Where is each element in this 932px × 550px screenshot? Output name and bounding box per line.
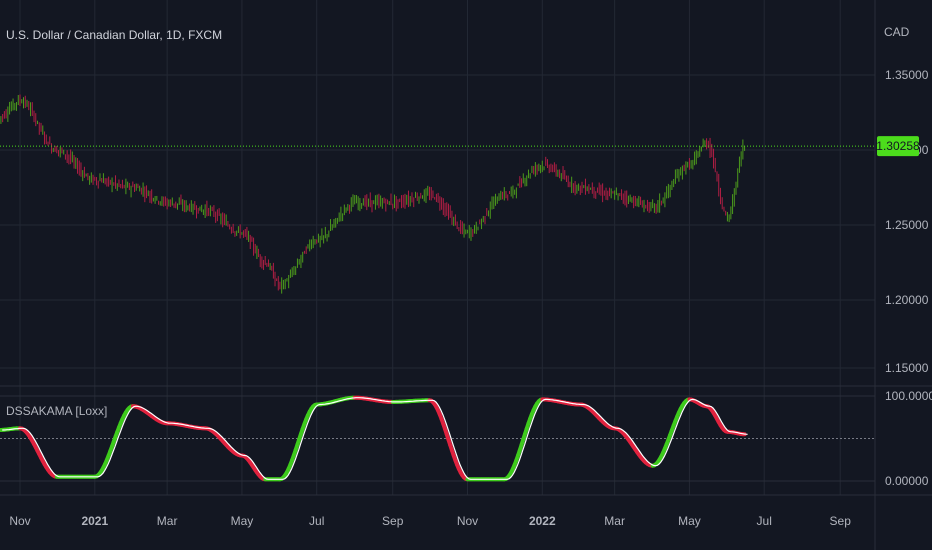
price-tick: 1.35000 [885,68,929,82]
price-tick: 1.25000 [885,218,929,232]
time-tick: Sep [830,514,852,528]
time-tick: Jul [757,514,772,528]
indicator-tick: 100.00000 [885,389,932,403]
time-tick: Mar [157,514,178,528]
time-tick: Nov [457,514,478,528]
time-tick: Sep [382,514,404,528]
indicator-tick: 0.00000 [885,474,929,488]
price-tick: 1.15000 [885,361,929,375]
indicator-title[interactable]: DSSAKAMA [Loxx] [6,404,107,418]
time-tick: Mar [604,514,625,528]
time-tick: Nov [9,514,30,528]
time-tick: 2021 [81,514,108,528]
time-tick: May [678,514,701,528]
chart-canvas: U.S. Dollar / Canadian Dollar, 1D, FXCM … [0,0,932,550]
currency-label: CAD [884,25,910,39]
symbol-title[interactable]: U.S. Dollar / Canadian Dollar, 1D, FXCM [6,28,222,42]
time-tick: Jul [309,514,324,528]
last-price-label: 1.30258 [876,139,920,153]
price-tick: 1.20000 [885,293,929,307]
time-tick: 2022 [529,514,556,528]
time-tick: May [231,514,254,528]
